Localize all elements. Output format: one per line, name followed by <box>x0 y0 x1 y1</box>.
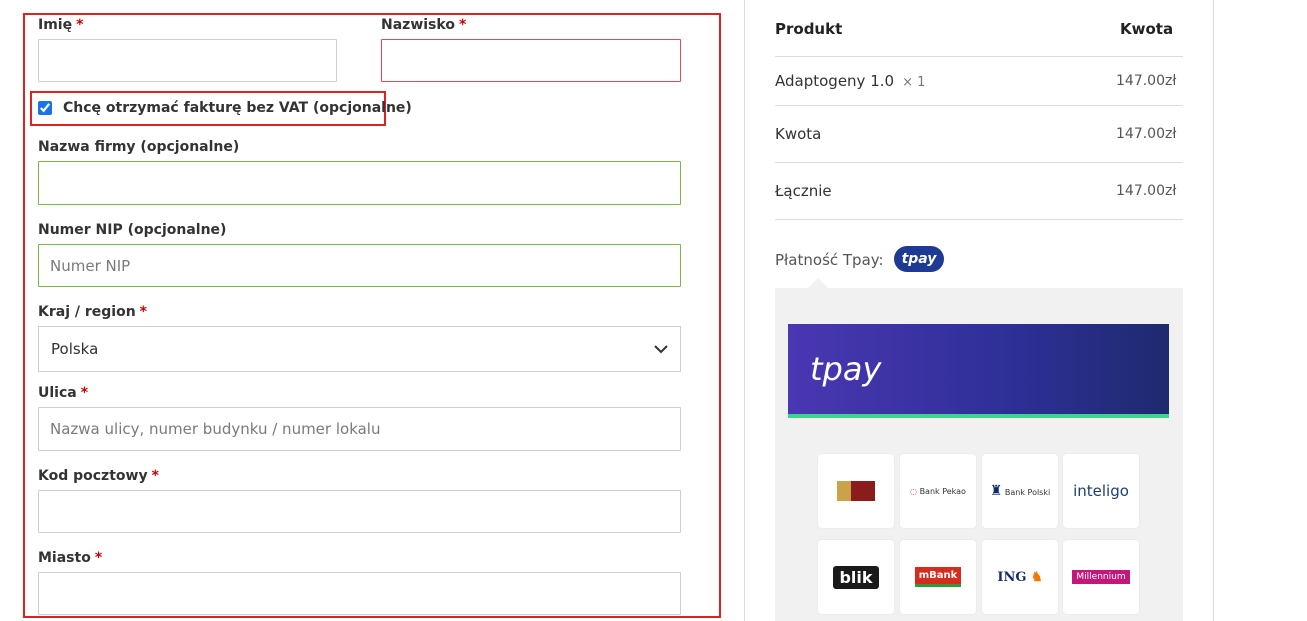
company-input[interactable] <box>38 161 681 205</box>
summary-subtotal-label: Kwota <box>775 125 822 143</box>
tpay-logo-pill: tpay <box>894 246 944 272</box>
nip-label: Numer NIP (opcjonalne) <box>38 222 227 238</box>
city-input[interactable] <box>38 572 681 615</box>
inteligo-logo: inteligo <box>1073 482 1129 500</box>
bank-tile-mbank[interactable]: mBank <box>900 540 976 614</box>
bank-tile-ing[interactable]: ING ♞ <box>982 540 1058 614</box>
bank-pekao-logo: ◌ Bank Pekao <box>910 486 966 496</box>
summary-product-row: Adaptogeny 1.0 × 1 <box>775 72 926 90</box>
bank-tile-alior[interactable] <box>818 454 894 528</box>
column-divider-right <box>1213 0 1214 621</box>
bank-tile-inteligo[interactable]: inteligo <box>1063 454 1139 528</box>
vat-invoice-checkbox[interactable] <box>38 101 52 115</box>
country-selected-value: Polska <box>51 340 99 358</box>
bank-tile-pko[interactable]: ♜ Bank Polski <box>982 454 1058 528</box>
first-name-label: Imię * <box>38 17 84 33</box>
first-name-input[interactable] <box>38 39 337 82</box>
street-input[interactable] <box>38 407 681 451</box>
summary-divider <box>775 219 1183 220</box>
column-divider <box>744 0 745 621</box>
bank-tile-pekao[interactable]: ◌ Bank Pekao <box>900 454 976 528</box>
payment-method-label[interactable]: Płatność Tpay: <box>775 251 884 269</box>
alior-bank-logo <box>837 481 875 501</box>
chevron-down-icon <box>654 344 668 353</box>
nip-input[interactable] <box>38 244 681 287</box>
summary-product-header: Produkt <box>775 20 843 38</box>
postcode-label: Kod pocztowy * <box>38 468 159 484</box>
bank-tile-blik[interactable]: blik <box>818 540 894 614</box>
bank-tile-millennium[interactable]: Millennium <box>1063 540 1139 614</box>
vat-invoice-label[interactable]: Chcę otrzymać fakturę bez VAT (opcjonaln… <box>63 100 412 116</box>
last-name-input[interactable] <box>381 39 681 82</box>
summary-product-price: 147.00zł <box>1116 73 1177 89</box>
last-name-label: Nazwisko * <box>381 17 467 33</box>
summary-divider <box>775 105 1183 106</box>
summary-divider <box>775 162 1183 163</box>
payment-panel-caret <box>808 278 828 288</box>
country-label: Kraj / region * <box>38 304 147 320</box>
city-label: Miasto * <box>38 550 103 566</box>
millennium-logo: Millennium <box>1072 570 1130 584</box>
summary-amount-header: Kwota <box>1120 20 1174 38</box>
summary-divider <box>775 56 1183 57</box>
summary-subtotal-value: 147.00zł <box>1116 126 1177 142</box>
ing-logo: ING ♞ <box>997 569 1043 585</box>
tpay-banner-logo: tpay <box>810 350 882 388</box>
blik-logo: blik <box>833 565 879 589</box>
company-label: Nazwa firmy (opcjonalne) <box>38 139 240 155</box>
country-select[interactable]: Polska <box>38 326 681 372</box>
summary-total-label: Łącznie <box>775 182 832 200</box>
summary-total-value: 147.00zł <box>1116 183 1177 199</box>
pko-bank-polski-logo: ♜ Bank Polski <box>989 483 1051 499</box>
tpay-banner-accent <box>788 414 1169 418</box>
street-label: Ulica * <box>38 385 89 401</box>
postcode-input[interactable] <box>38 490 681 533</box>
mbank-logo: mBank <box>914 567 962 587</box>
